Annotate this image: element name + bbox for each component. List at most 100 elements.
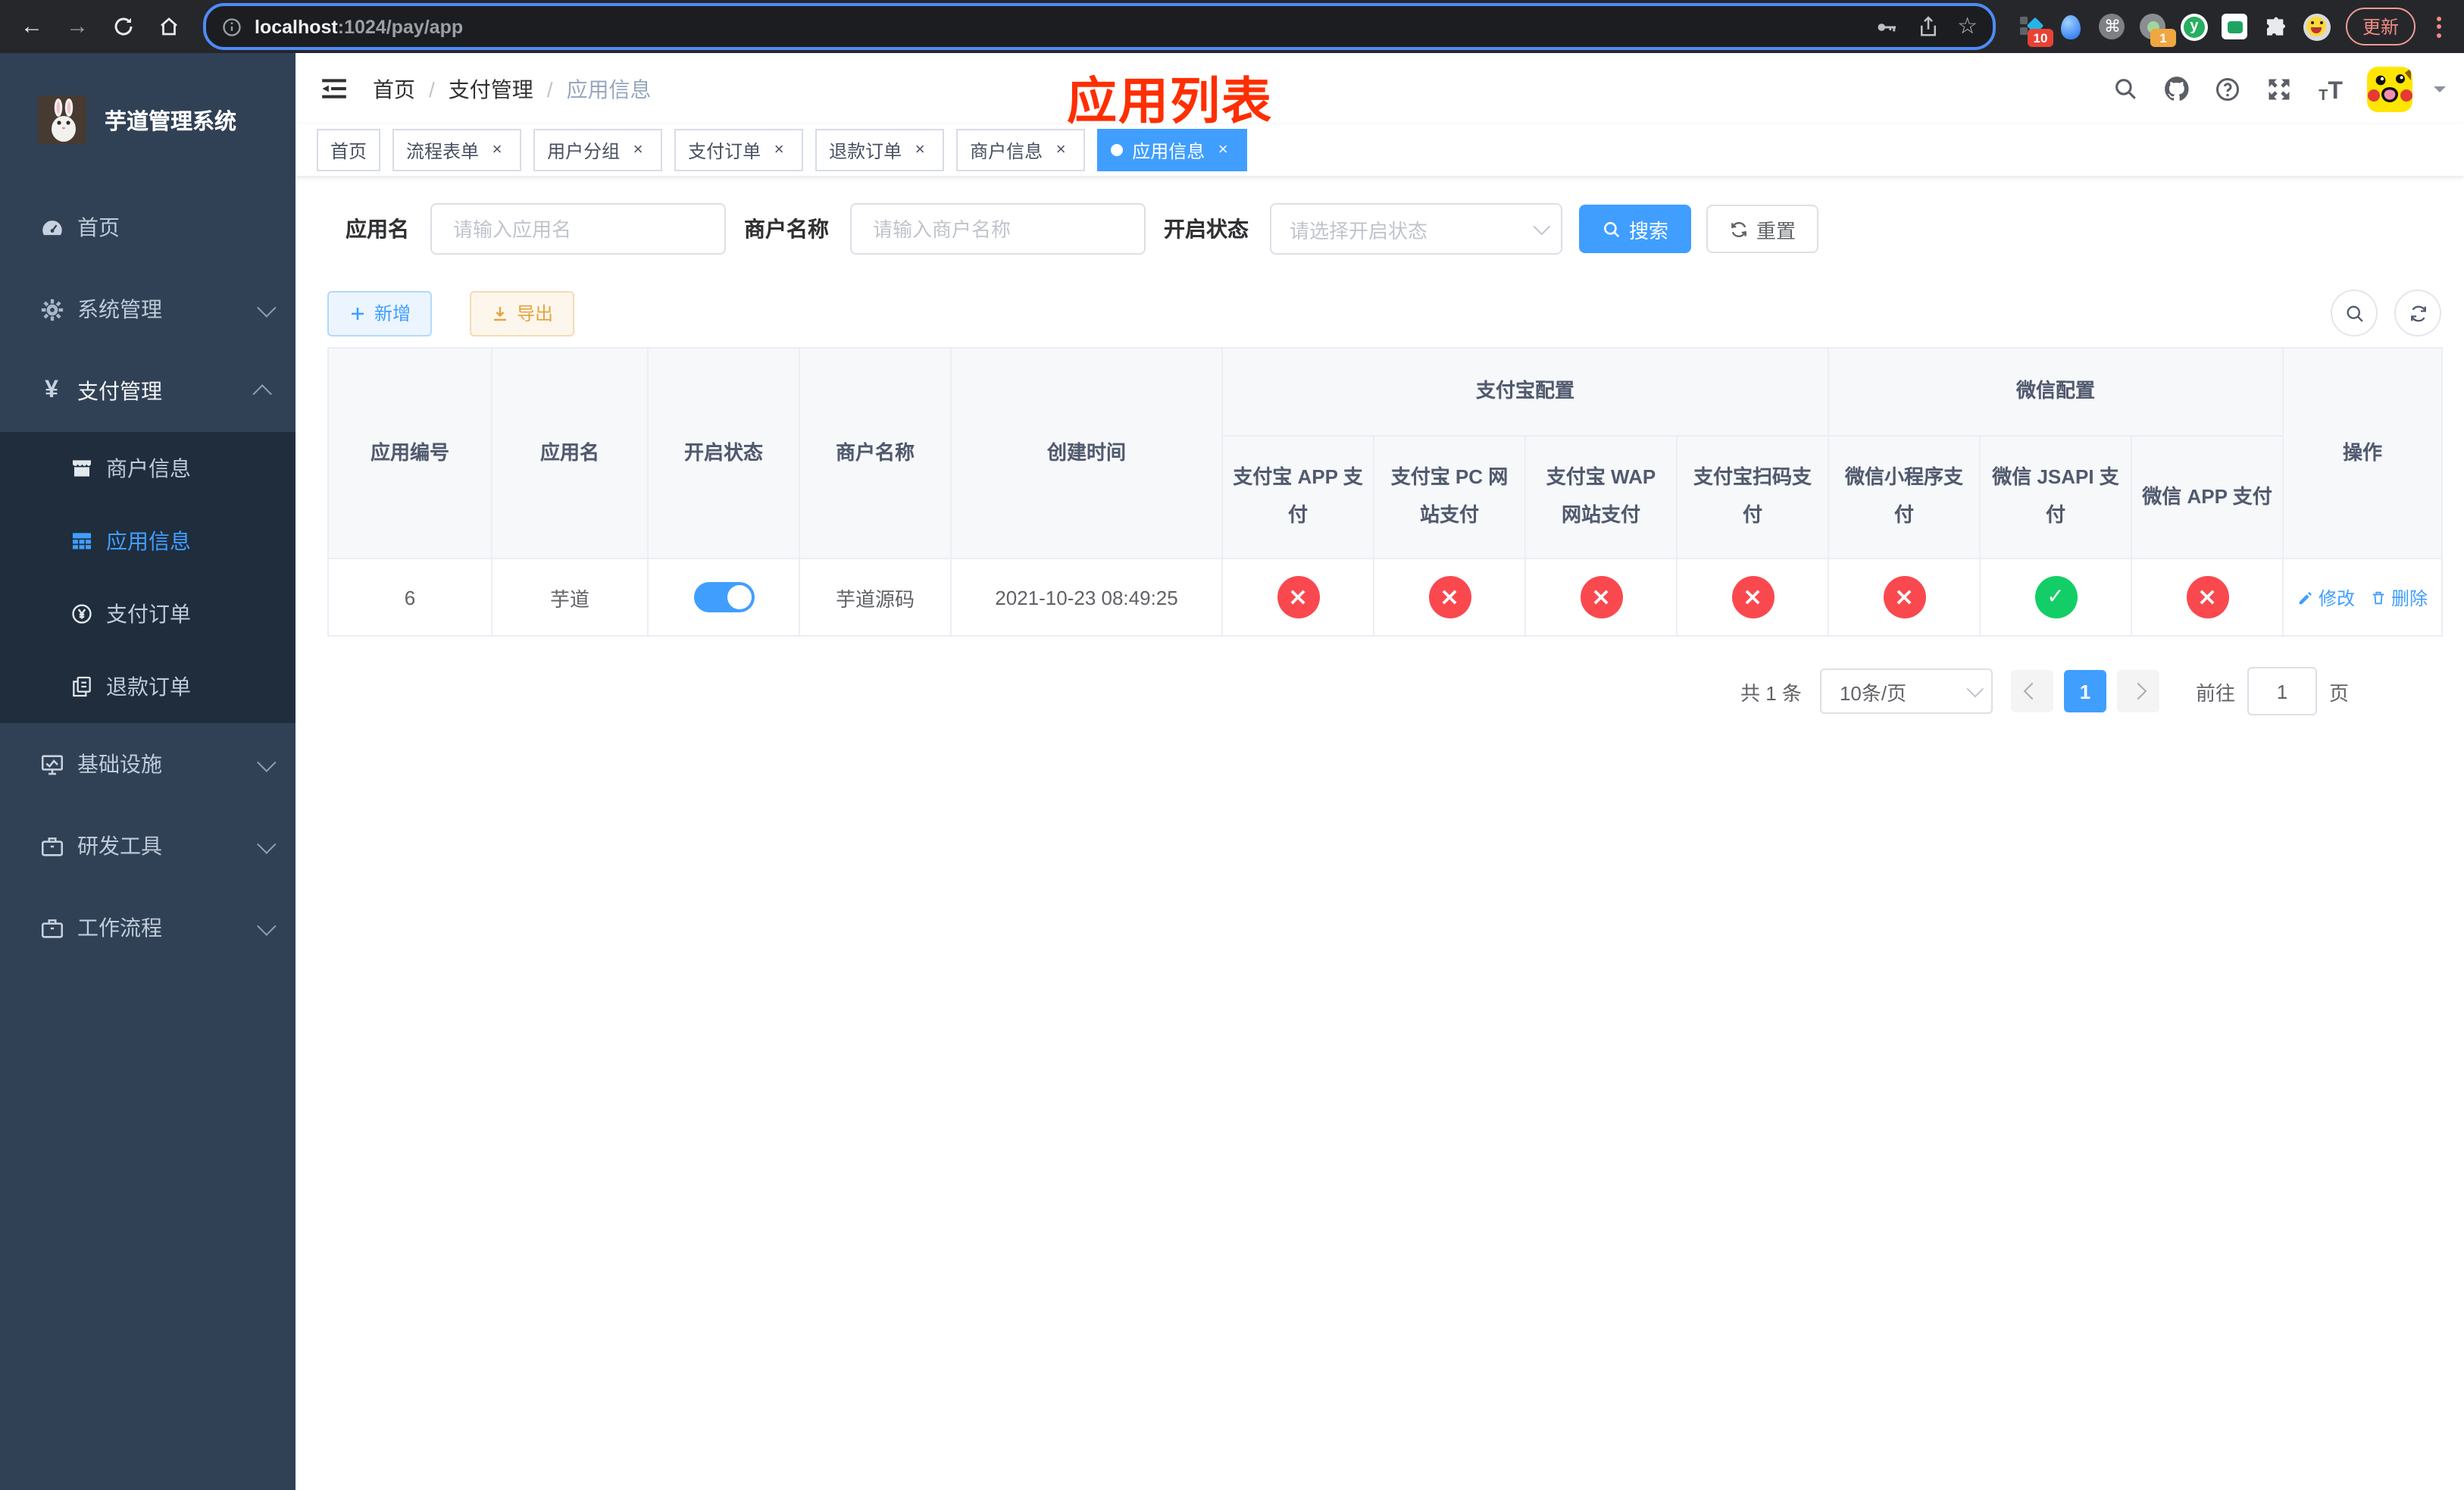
status-select[interactable]: 请选择开启状态 [1270, 203, 1562, 255]
extension-command-icon[interactable]: ⌘ [2099, 13, 2126, 40]
share-icon[interactable] [1916, 15, 1939, 38]
sidebar-logo[interactable]: 芋道管理系统 [0, 53, 295, 186]
tag-process-form[interactable]: 流程表单 × [392, 129, 522, 171]
sidebar-item-refund-orders[interactable]: 退款订单 [0, 650, 295, 723]
help-icon[interactable] [2212, 74, 2243, 104]
prev-page-button[interactable] [2010, 670, 2053, 712]
app-name-input[interactable] [450, 216, 706, 242]
reset-button[interactable]: 重置 [1706, 205, 1819, 253]
wechat-lite-status-badge [1883, 576, 1926, 618]
browser-forward-button[interactable]: → [58, 7, 97, 46]
profile-avatar-icon[interactable] [2303, 13, 2331, 40]
browser-reload-button[interactable] [103, 7, 142, 46]
sidebar-item-home[interactable]: 首页 [0, 186, 295, 268]
add-button[interactable]: 新增 [327, 290, 433, 336]
chevron-down-icon [257, 834, 277, 853]
tab-close-icon[interactable]: × [909, 139, 930, 161]
status-toggle[interactable] [693, 582, 754, 612]
refresh-icon [2410, 305, 2425, 321]
tag-refund-orders[interactable]: 退款订单 × [815, 129, 945, 171]
browser-home-button[interactable] [149, 7, 188, 46]
extensions-strip: 10 ⌘ 1 y [2011, 13, 2337, 46]
download-icon [494, 306, 507, 321]
table-row: 6 芋道 芋道源码 2021-10-23 08:49:25 × × × × × … [327, 558, 2444, 637]
cell-status [647, 558, 800, 637]
col-header-wechat-lite: 微信小程序支付 [1828, 435, 1981, 559]
font-size-icon[interactable]: TT [2315, 74, 2346, 104]
col-header-status: 开启状态 [647, 347, 800, 559]
col-group-wechat: 微信配置 [1828, 347, 2284, 437]
cell-app-id: 6 [327, 558, 492, 637]
sidebar-item-app-info[interactable]: 应用信息 [0, 505, 295, 578]
extension-balloon-icon[interactable] [2058, 13, 2085, 40]
sidebar-item-merchant-info[interactable]: 商户信息 [0, 432, 295, 505]
refresh-table-button[interactable] [2394, 290, 2441, 337]
extension-blocks-icon[interactable]: 10 [2017, 13, 2053, 46]
tag-pay-orders[interactable]: 支付订单 × [674, 129, 804, 171]
export-button[interactable]: 导出 [470, 290, 575, 336]
col-header-app-name: 应用名 [491, 347, 649, 559]
show-search-button[interactable] [2331, 290, 2378, 337]
extensions-puzzle-icon[interactable] [2262, 13, 2290, 40]
tag-user-group[interactable]: 用户分组 × [533, 129, 663, 171]
sidebar-item-pay-orders[interactable]: 支付订单 [0, 578, 295, 650]
page-number-button[interactable]: 1 [2063, 670, 2106, 712]
tab-close-icon[interactable]: × [768, 139, 790, 161]
tab-close-icon[interactable]: × [486, 139, 508, 161]
site-info-icon[interactable] [221, 16, 242, 37]
url-bar-actions: ☆ [1874, 14, 1978, 39]
reload-icon [114, 17, 132, 36]
url-bar[interactable]: localhost:1024/pay/app ☆ [203, 3, 1996, 50]
tag-label: 退款订单 [829, 140, 902, 161]
sidebar-item-dev-tools[interactable]: 研发工具 [0, 805, 295, 887]
fullscreen-icon[interactable] [2264, 74, 2294, 104]
col-header-actions: 操作 [2282, 347, 2444, 559]
tab-close-icon[interactable]: × [1050, 139, 1071, 161]
extension-recorder-icon[interactable]: 1 [2140, 13, 2176, 46]
tag-home[interactable]: 首页 [317, 129, 381, 171]
gear-icon [38, 296, 65, 323]
sidebar-collapse-button[interactable] [314, 74, 355, 103]
filter-form: 应用名 商户名称 开启状态 请选择开启状态 搜索 [327, 203, 2441, 255]
delete-link[interactable]: 删除 [2370, 584, 2428, 610]
sidebar-item-workflow[interactable]: 工作流程 [0, 887, 295, 969]
tag-app-info-active[interactable]: 应用信息 × [1097, 129, 1248, 171]
sidebar-item-payment[interactable]: ¥ 支付管理 [0, 350, 295, 432]
merchant-name-input[interactable] [870, 216, 1126, 242]
add-button-label: 新增 [374, 303, 411, 324]
document-copy-icon [68, 673, 95, 700]
bookmark-star-icon[interactable]: ☆ [1957, 14, 1978, 38]
goto-page-input[interactable] [2247, 667, 2317, 715]
search-icon[interactable] [2109, 74, 2140, 104]
page-size-select[interactable]: 10条/页 [1819, 668, 1993, 714]
breadcrumb-payment[interactable]: 支付管理 [449, 74, 533, 104]
col-header-app-id: 应用编号 [327, 347, 492, 559]
col-header-merchant: 商户名称 [799, 347, 952, 559]
extension-chat-icon[interactable] [2222, 13, 2249, 40]
sidebar-item-infra[interactable]: 基础设施 [0, 723, 295, 805]
github-icon[interactable] [2161, 74, 2191, 104]
cell-app-name: 芋道 [491, 558, 649, 637]
sidebar-item-system[interactable]: 系统管理 [0, 268, 295, 350]
app-title: 芋道管理系统 [105, 110, 236, 134]
browser-menu-button[interactable] [2425, 16, 2452, 37]
search-button[interactable]: 搜索 [1579, 205, 1692, 253]
user-menu-caret-icon[interactable] [2434, 86, 2446, 98]
browser-back-button[interactable]: ← [12, 7, 52, 46]
extension-y-logo-icon[interactable]: y [2180, 13, 2208, 40]
alipay-qr-status-badge [1731, 576, 1774, 618]
sidebar-item-label: 系统管理 [77, 297, 162, 321]
breadcrumb-home[interactable]: 首页 [373, 74, 415, 104]
breadcrumb-separator: / [546, 77, 553, 101]
user-avatar[interactable] [2367, 66, 2412, 111]
tag-merchant-info[interactable]: 商户信息 × [956, 129, 1086, 171]
tab-close-icon[interactable]: × [1212, 139, 1234, 161]
pagination-total: 共 1 条 [1740, 681, 1802, 704]
edit-link[interactable]: 修改 [2297, 584, 2355, 610]
payment-submenu: 商户信息 应用信息 支付订单 退款订单 [0, 432, 295, 723]
browser-update-button[interactable]: 更新 [2345, 8, 2416, 45]
table-tools [2331, 290, 2441, 337]
tab-close-icon[interactable]: × [627, 139, 649, 161]
password-key-icon[interactable] [1874, 14, 1898, 39]
next-page-button[interactable] [2116, 670, 2159, 712]
